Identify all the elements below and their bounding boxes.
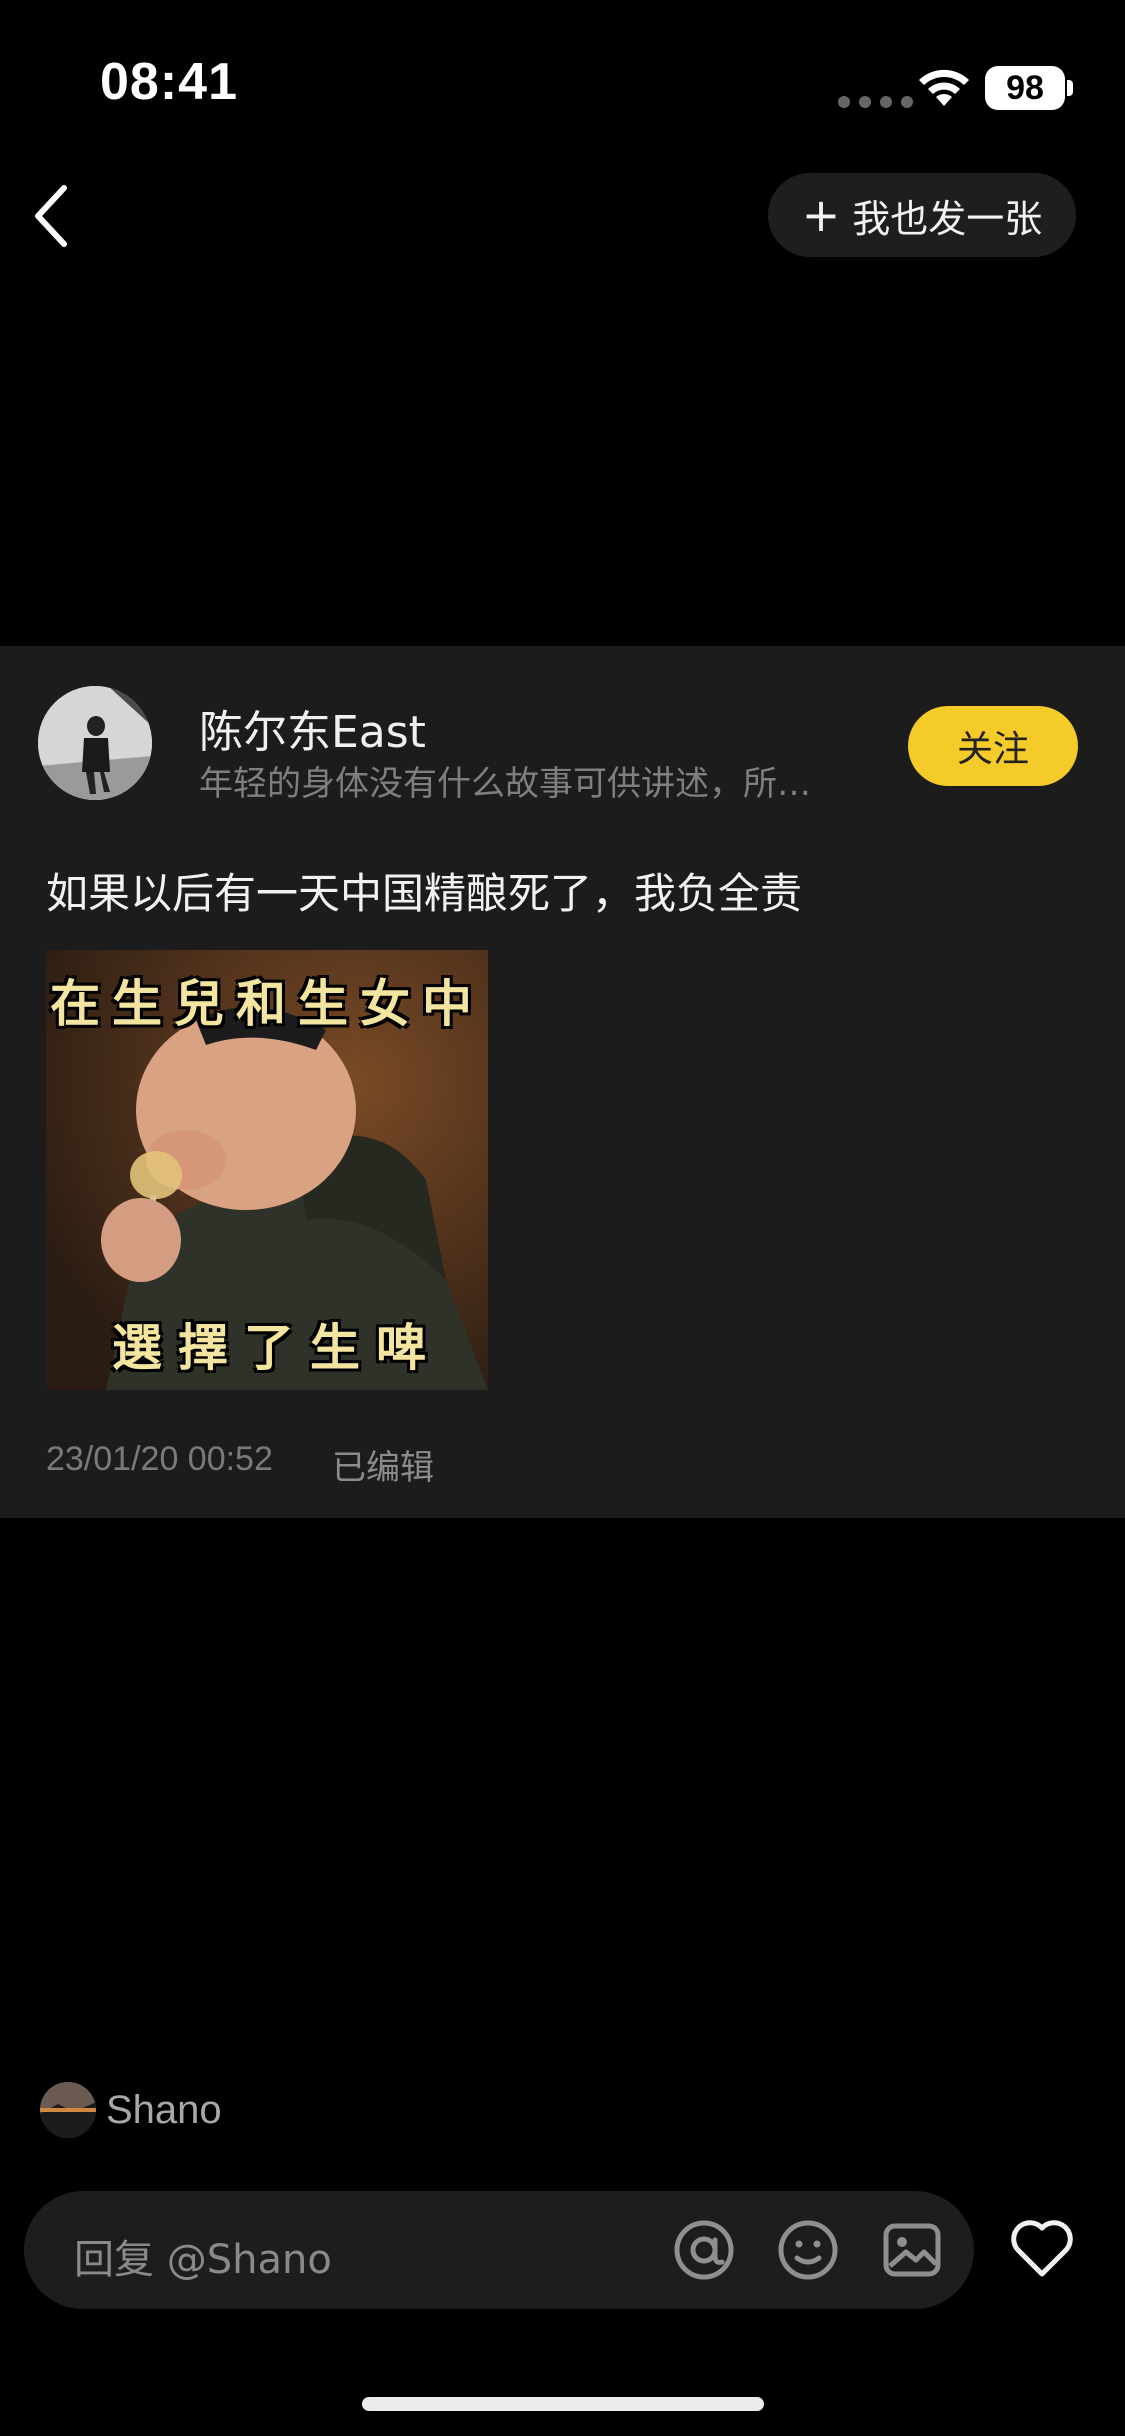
reply-target-user[interactable]: Shano: [40, 2082, 222, 2138]
cellular-signal-icon: [838, 96, 913, 108]
emoji-icon[interactable]: [776, 2218, 840, 2282]
battery-indicator: 98: [985, 66, 1065, 110]
post-button-label: 我也发一张: [852, 196, 1043, 241]
status-time: 08:41: [100, 53, 238, 111]
post-timestamp: 23/01/20 00:52: [46, 1440, 273, 1478]
image-caption-top: 在生兒和生女中: [50, 975, 484, 1033]
post-one-too-button[interactable]: + 我也发一张: [768, 173, 1076, 257]
reply-user-name: Shano: [106, 2087, 222, 2132]
home-indicator: [362, 2397, 764, 2411]
author-bio: 年轻的身体没有什么故事可供讲述，所…: [199, 764, 811, 804]
reply-placeholder: 回复 @Shano: [74, 2237, 332, 2283]
back-chevron-icon[interactable]: [26, 180, 86, 252]
post-image[interactable]: 在生兒和生女中 選擇了生啤: [46, 950, 488, 1390]
reply-input[interactable]: 回复 @Shano: [24, 2191, 974, 2309]
wifi-icon: [919, 69, 969, 106]
plus-icon: +: [801, 188, 841, 242]
author-avatar[interactable]: [38, 686, 152, 800]
image-icon[interactable]: [880, 2218, 944, 2282]
edited-label: 已编辑: [332, 1448, 434, 1488]
post-text: 如果以后有一天中国精酿死了，我负全责: [46, 869, 803, 918]
at-mention-icon[interactable]: [672, 2218, 736, 2282]
follow-button[interactable]: 关注: [908, 706, 1078, 786]
post-card: 陈尔东East 年轻的身体没有什么故事可供讲述，所… 关注 如果以后有一天中国精…: [0, 646, 1125, 1518]
reply-user-avatar: [40, 2082, 96, 2138]
heart-icon[interactable]: [1008, 2214, 1076, 2282]
image-caption-bottom: 選擇了生啤: [112, 1319, 442, 1377]
author-name[interactable]: 陈尔东East: [199, 696, 426, 760]
battery-tip: [1067, 80, 1073, 96]
